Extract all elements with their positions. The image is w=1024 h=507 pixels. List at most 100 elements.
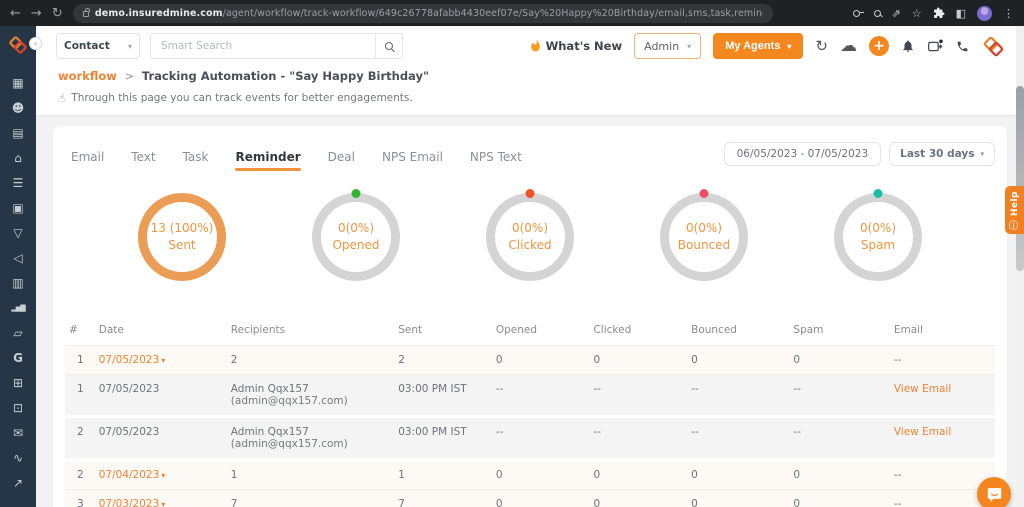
tab-email[interactable]: Email	[71, 150, 104, 171]
calendar-icon: ⊡	[12, 400, 24, 415]
app-shell: ▦ ☻ ▤ ⌂ ☰ ▣ ▽ ◁ ▥ ▂▅▇ ▱ G ⊞ ⊡ ✉ ∿ ↗ › Contact ▾	[0, 26, 1024, 507]
sidebar-item-calendar[interactable]: ⊡	[0, 395, 36, 420]
sidebar-item-pipelines[interactable]: ☰	[0, 170, 36, 195]
donut-value: 0(0%)	[859, 220, 897, 235]
tab-nps-text[interactable]: NPS Text	[470, 150, 522, 171]
help-tab[interactable]: ⓘ Help	[1005, 186, 1024, 234]
insuredmine-logo-icon[interactable]	[981, 34, 1006, 59]
recipient-name: Admin Qqx157	[230, 383, 309, 395]
phone-icon[interactable]	[956, 40, 969, 53]
side-panel-icon[interactable]: ◧	[956, 8, 966, 19]
cell-bounced: --	[691, 426, 699, 438]
notifications-bell-icon[interactable]	[901, 39, 915, 53]
chevron-down-icon: ▾	[980, 150, 984, 158]
sidebar-item-contact-card[interactable]: ▣	[0, 195, 36, 220]
sidebar-item-agency[interactable]: ⌂	[0, 145, 36, 170]
view-email-link[interactable]: View Email	[894, 383, 951, 395]
donut-dot-spam	[873, 189, 883, 198]
sidebar-item-dashboard[interactable]: ▦	[0, 70, 36, 95]
cell-clicked: --	[593, 383, 602, 395]
sidebar-item-files[interactable]: ▱	[0, 320, 36, 345]
extensions-puzzle-icon[interactable]	[933, 7, 945, 19]
breadcrumb: workflow > Tracking Automation - "Say Ha…	[58, 69, 1006, 83]
contact-dropdown[interactable]: Contact ▾	[56, 33, 140, 59]
password-key-icon[interactable]	[852, 10, 864, 17]
bookmark-star-icon[interactable]: ☆	[912, 8, 922, 19]
whats-new-link[interactable]: What's New	[529, 39, 622, 53]
tab-reminder[interactable]: Reminder	[235, 150, 301, 171]
breadcrumb-separator: >	[124, 69, 135, 83]
sidebar-item-policies[interactable]: ▤	[0, 120, 36, 145]
date-expand-link[interactable]: 07/03/2023 ▾	[99, 498, 166, 507]
templates-icon: ▥	[12, 275, 24, 290]
cell-sent: 03:00 PM IST	[398, 383, 467, 395]
topbar: Contact ▾ What's New Admin	[56, 33, 1006, 59]
cell-opened: 0	[495, 354, 503, 366]
tab-text[interactable]: Text	[131, 150, 155, 171]
reload-icon[interactable]: ↻	[52, 6, 63, 21]
my-agents-label: My Agents	[725, 40, 781, 52]
sidebar-item-email[interactable]: ✉	[0, 420, 36, 445]
cell-recipients: 7	[230, 498, 238, 507]
tracking-table: # Date Recipients Sent Opened Clicked Bounced S…	[65, 315, 995, 507]
chevron-down-icon: ▾	[787, 41, 792, 51]
sidebar-collapse-toggle[interactable]: ›	[29, 37, 42, 50]
pipelines-icon: ☰	[12, 175, 24, 190]
cell-num: 1	[77, 354, 84, 366]
table-row: 3 07/03/2023 ▾ 7 7 0 0 0 0 --	[65, 489, 995, 507]
forward-icon[interactable]: →	[31, 6, 42, 21]
zoom-icon[interactable]	[873, 9, 881, 17]
back-icon[interactable]: ←	[10, 6, 21, 21]
view-email-link[interactable]: View Email	[894, 426, 951, 438]
tab-deal[interactable]: Deal	[328, 150, 355, 171]
chat-widget-button[interactable]	[977, 477, 1011, 507]
sidebar-item-funnel[interactable]: ▽	[0, 220, 36, 245]
cell-num: 3	[77, 498, 84, 507]
sidebar-item-contacts[interactable]: ☻	[0, 95, 36, 120]
admin-dropdown[interactable]: Admin ▾	[634, 33, 702, 59]
date-expand-link[interactable]: 07/04/2023 ▾	[99, 469, 166, 481]
scrollbar-thumb[interactable]	[1016, 86, 1024, 271]
donut-bounced: 0(0%) Bounced	[649, 189, 759, 281]
message-export-icon[interactable]	[927, 39, 944, 54]
tab-task[interactable]: Task	[183, 150, 209, 171]
donut-clicked: 0(0%) Clicked	[475, 189, 585, 281]
filters: 06/05/2023 - 07/05/2023 Last 30 days ▾	[723, 142, 995, 166]
sync-icon[interactable]: ↻	[815, 38, 828, 54]
search-input[interactable]	[150, 33, 375, 59]
url-bar[interactable]: demo.insuredmine.com/agent/workflow/trac…	[72, 3, 773, 23]
cell-date: 07/05/2023	[98, 426, 160, 438]
info-icon: ⓘ	[1010, 219, 1020, 230]
search-button[interactable]	[375, 33, 403, 59]
date-preset-dropdown[interactable]: Last 30 days ▾	[889, 142, 995, 166]
cell-email: --	[893, 354, 902, 366]
cloud-backup-icon[interactable]: ☁	[840, 37, 857, 55]
add-new-button[interactable]: +	[869, 36, 889, 56]
menu-dots-icon[interactable]: ⋮	[1003, 8, 1014, 19]
cell-date: 07/03/2023 ▾	[95, 490, 227, 507]
contact-card-icon: ▣	[12, 200, 24, 215]
my-agents-button[interactable]: My Agents ▾	[713, 33, 804, 59]
sidebar-item-analytics[interactable]: ▂▅▇	[0, 295, 36, 320]
breadcrumb-workflow-link[interactable]: workflow	[58, 69, 117, 83]
insuredmine-logo-icon[interactable]	[7, 34, 29, 56]
date-expand-link[interactable]: 07/05/2023 ▾	[99, 354, 166, 366]
cell-recipients: Admin Qqx157 (admin@qqx157.com)	[227, 375, 394, 417]
sidebar-item-table[interactable]: ⊞	[0, 370, 36, 395]
sidebar-item-google[interactable]: G	[0, 345, 36, 370]
cell-clicked: 0	[593, 498, 601, 507]
sidebar-item-campaigns[interactable]: ◁	[0, 245, 36, 270]
date-range-input[interactable]: 06/05/2023 - 07/05/2023	[723, 142, 882, 166]
donut-sent: 13 (100%) Sent	[127, 193, 237, 281]
sidebar-item-esign[interactable]: ∿	[0, 445, 36, 470]
sidebar-item-reports[interactable]: ↗	[0, 470, 36, 495]
cell-recipients: Admin Qqx157 (admin@qqx157.com)	[227, 417, 394, 460]
tab-bar: Email Text Task Reminder Deal NPS Email NPS Te…	[71, 150, 522, 171]
donut-spam: 0(0%) Spam	[823, 189, 933, 281]
tab-nps-email[interactable]: NPS Email	[382, 150, 443, 171]
share-icon[interactable]: ⇗	[892, 8, 901, 19]
donut-dot-bounced	[699, 189, 709, 198]
page-header: Contact ▾ What's New Admin	[36, 26, 1024, 115]
sidebar-item-templates[interactable]: ▥	[0, 270, 36, 295]
browser-profile-avatar[interactable]	[977, 5, 992, 21]
